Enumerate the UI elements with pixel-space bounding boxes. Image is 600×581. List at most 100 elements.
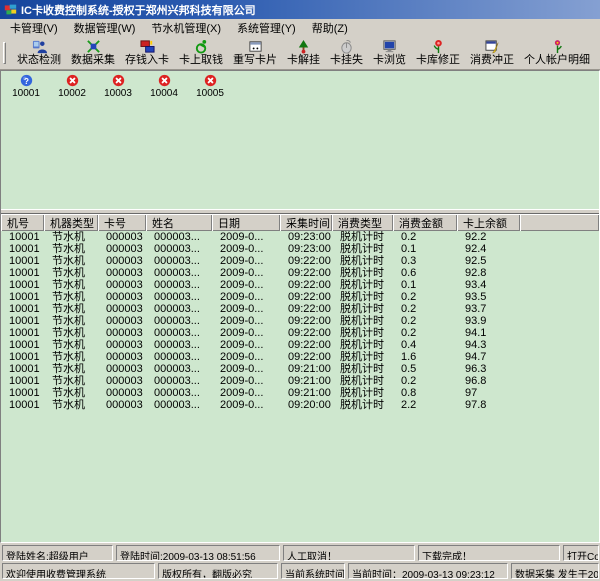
table-cell: 09:22:00 (280, 291, 332, 303)
table-cell: 2009-0... (212, 399, 280, 411)
table-cell: 10001 (1, 267, 44, 279)
machine-item-10004[interactable]: 10004 (144, 74, 184, 99)
table-row[interactable]: 10001节水机000003000003...2009-0...09:21:00… (1, 387, 599, 399)
menu-card-management[interactable]: 卡管理(V) (2, 18, 66, 38)
column-header-8[interactable]: 卡上余额 (457, 214, 520, 231)
table-row[interactable]: 10001节水机000003000003...2009-0...09:22:00… (1, 303, 599, 315)
table-cell: 0.4 (393, 339, 457, 351)
card-browse-button[interactable]: 卡浏览 (368, 38, 411, 69)
table-row[interactable]: 10001节水机000003000003...2009-0...09:22:00… (1, 255, 599, 267)
status-detect-icon (32, 39, 47, 54)
table-cell: 节水机 (44, 327, 98, 339)
table-cell: 000003... (146, 375, 212, 387)
table-row[interactable]: 10001节水机000003000003...2009-0...09:22:00… (1, 291, 599, 303)
toolbar-button-label: 卡解挂 (287, 54, 320, 67)
table-row[interactable]: 10001节水机000003000003...2009-0...09:23:00… (1, 243, 599, 255)
title-bar[interactable]: IC卡收费控制系统-授权于郑州兴邦科技有限公司 (0, 0, 600, 19)
card-loss-icon (339, 39, 354, 54)
table-cell: 000003... (146, 303, 212, 315)
toolbar-button-label: 个人帐户明细 (524, 54, 590, 67)
table-row[interactable]: 10001节水机000003000003...2009-0...09:22:00… (1, 327, 599, 339)
rewrite-card-button[interactable]: 重写卡片 (228, 38, 282, 69)
rewrite-card-icon (248, 39, 263, 54)
table-cell: 1.6 (393, 351, 457, 363)
table-cell: 10001 (1, 399, 44, 411)
table-row[interactable]: 10001节水机000003000003...2009-0...09:21:00… (1, 363, 599, 375)
table-cell: 节水机 (44, 231, 98, 243)
account-detail-button[interactable]: 个人帐户明细 (519, 38, 595, 69)
table-cell: 2009-0... (212, 291, 280, 303)
table-cell: 09:22:00 (280, 255, 332, 267)
column-header-5[interactable]: 采集时间 (280, 214, 332, 231)
table-cell: 脱机计时 (332, 255, 393, 267)
column-header-4[interactable]: 日期 (212, 214, 280, 231)
column-header-7[interactable]: 消费金额 (393, 214, 457, 231)
column-header-2[interactable]: 卡号 (98, 214, 146, 231)
column-header-3[interactable]: 姓名 (146, 214, 212, 231)
table-cell-filler (520, 279, 599, 291)
toolbar-grip[interactable] (3, 42, 6, 64)
table-cell: 节水机 (44, 255, 98, 267)
reverse-consume-button[interactable]: 消费冲正 (465, 38, 519, 69)
status-bar-top: 登陆姓名:超级用户登陆时间:2009-03-13 08:51:56人工取消！下载… (0, 545, 600, 562)
table-row[interactable]: 10001节水机000003000003...2009-0...09:21:00… (1, 375, 599, 387)
table-cell: 10001 (1, 231, 44, 243)
toolbar-button-label: 卡上取钱 (179, 54, 223, 67)
toolbar: 状态检测数据采集存钱入卡卡上取钱重写卡片卡解挂卡挂失卡浏览卡库修正消费冲正个人帐… (0, 37, 600, 70)
column-header-0[interactable]: 机号 (1, 214, 44, 231)
table-cell: 93.9 (457, 315, 520, 327)
machine-item-10003[interactable]: 10003 (98, 74, 138, 99)
table-cell: 94.1 (457, 327, 520, 339)
withdraw-from-card-button[interactable]: 卡上取钱 (174, 38, 228, 69)
table-cell: 0.1 (393, 243, 457, 255)
status-detect-button[interactable]: 状态检测 (12, 38, 66, 69)
table-cell: 09:23:00 (280, 231, 332, 243)
table-row[interactable]: 10001节水机000003000003...2009-0...09:22:00… (1, 339, 599, 351)
card-loss-button[interactable]: 卡挂失 (325, 38, 368, 69)
table-row[interactable]: 10001节水机000003000003...2009-0...09:22:00… (1, 279, 599, 291)
table-cell: 脱机计时 (332, 363, 393, 375)
machine-item-10001[interactable]: ?10001 (6, 74, 46, 99)
table-cell: 2009-0... (212, 231, 280, 243)
table-cell: 09:22:00 (280, 303, 332, 315)
table-cell: 93.7 (457, 303, 520, 315)
error-icon (66, 74, 79, 87)
table-cell: 000003... (146, 255, 212, 267)
table-cell-filler (520, 255, 599, 267)
table-header-row: 机号机器类型卡号姓名日期采集时间消费类型消费金额卡上余额 (1, 214, 599, 231)
table-row[interactable]: 10001节水机000003000003...2009-0...09:23:00… (1, 231, 599, 243)
data-collect-button[interactable]: 数据采集 (66, 38, 120, 69)
table-row[interactable]: 10001节水机000003000003...2009-0...09:20:00… (1, 399, 599, 411)
machine-item-10002[interactable]: 10002 (52, 74, 92, 99)
deposit-to-card-button[interactable]: 存钱入卡 (120, 38, 174, 69)
card-unhang-button[interactable]: 卡解挂 (282, 38, 325, 69)
table-cell: 92.2 (457, 231, 520, 243)
table-cell: 10001 (1, 363, 44, 375)
table-cell: 10001 (1, 255, 44, 267)
data-collect-icon (86, 39, 101, 54)
column-header-1[interactable]: 机器类型 (44, 214, 98, 231)
menu-data-management[interactable]: 数据管理(W) (66, 18, 144, 38)
table-cell: 000003 (98, 375, 146, 387)
table-cell: 2009-0... (212, 243, 280, 255)
table-row[interactable]: 10001节水机000003000003...2009-0...09:22:00… (1, 267, 599, 279)
table-cell: 脱机计时 (332, 399, 393, 411)
card-db-fix-button[interactable]: 卡库修正 (411, 38, 465, 69)
table-cell: 09:22:00 (280, 351, 332, 363)
menu-machine-management[interactable]: 节水机管理(X) (143, 18, 229, 38)
table-row[interactable]: 10001节水机000003000003...2009-0...09:22:00… (1, 351, 599, 363)
menu-help[interactable]: 帮助(Z) (304, 18, 356, 38)
table-row[interactable]: 10001节水机000003000003...2009-0...09:22:00… (1, 315, 599, 327)
machine-id-label: 10005 (196, 88, 224, 99)
table-cell: 脱机计时 (332, 279, 393, 291)
table-cell: 节水机 (44, 363, 98, 375)
status-panel: 登陆时间:2009-03-13 08:51:56 (116, 545, 280, 561)
table-cell: 0.1 (393, 279, 457, 291)
column-header-6[interactable]: 消费类型 (332, 214, 393, 231)
table-cell: 节水机 (44, 291, 98, 303)
menu-system-management[interactable]: 系统管理(Y) (229, 18, 304, 38)
table-cell: 000003... (146, 351, 212, 363)
table-cell: 节水机 (44, 267, 98, 279)
machine-item-10005[interactable]: 10005 (190, 74, 230, 99)
table-cell: 000003 (98, 351, 146, 363)
